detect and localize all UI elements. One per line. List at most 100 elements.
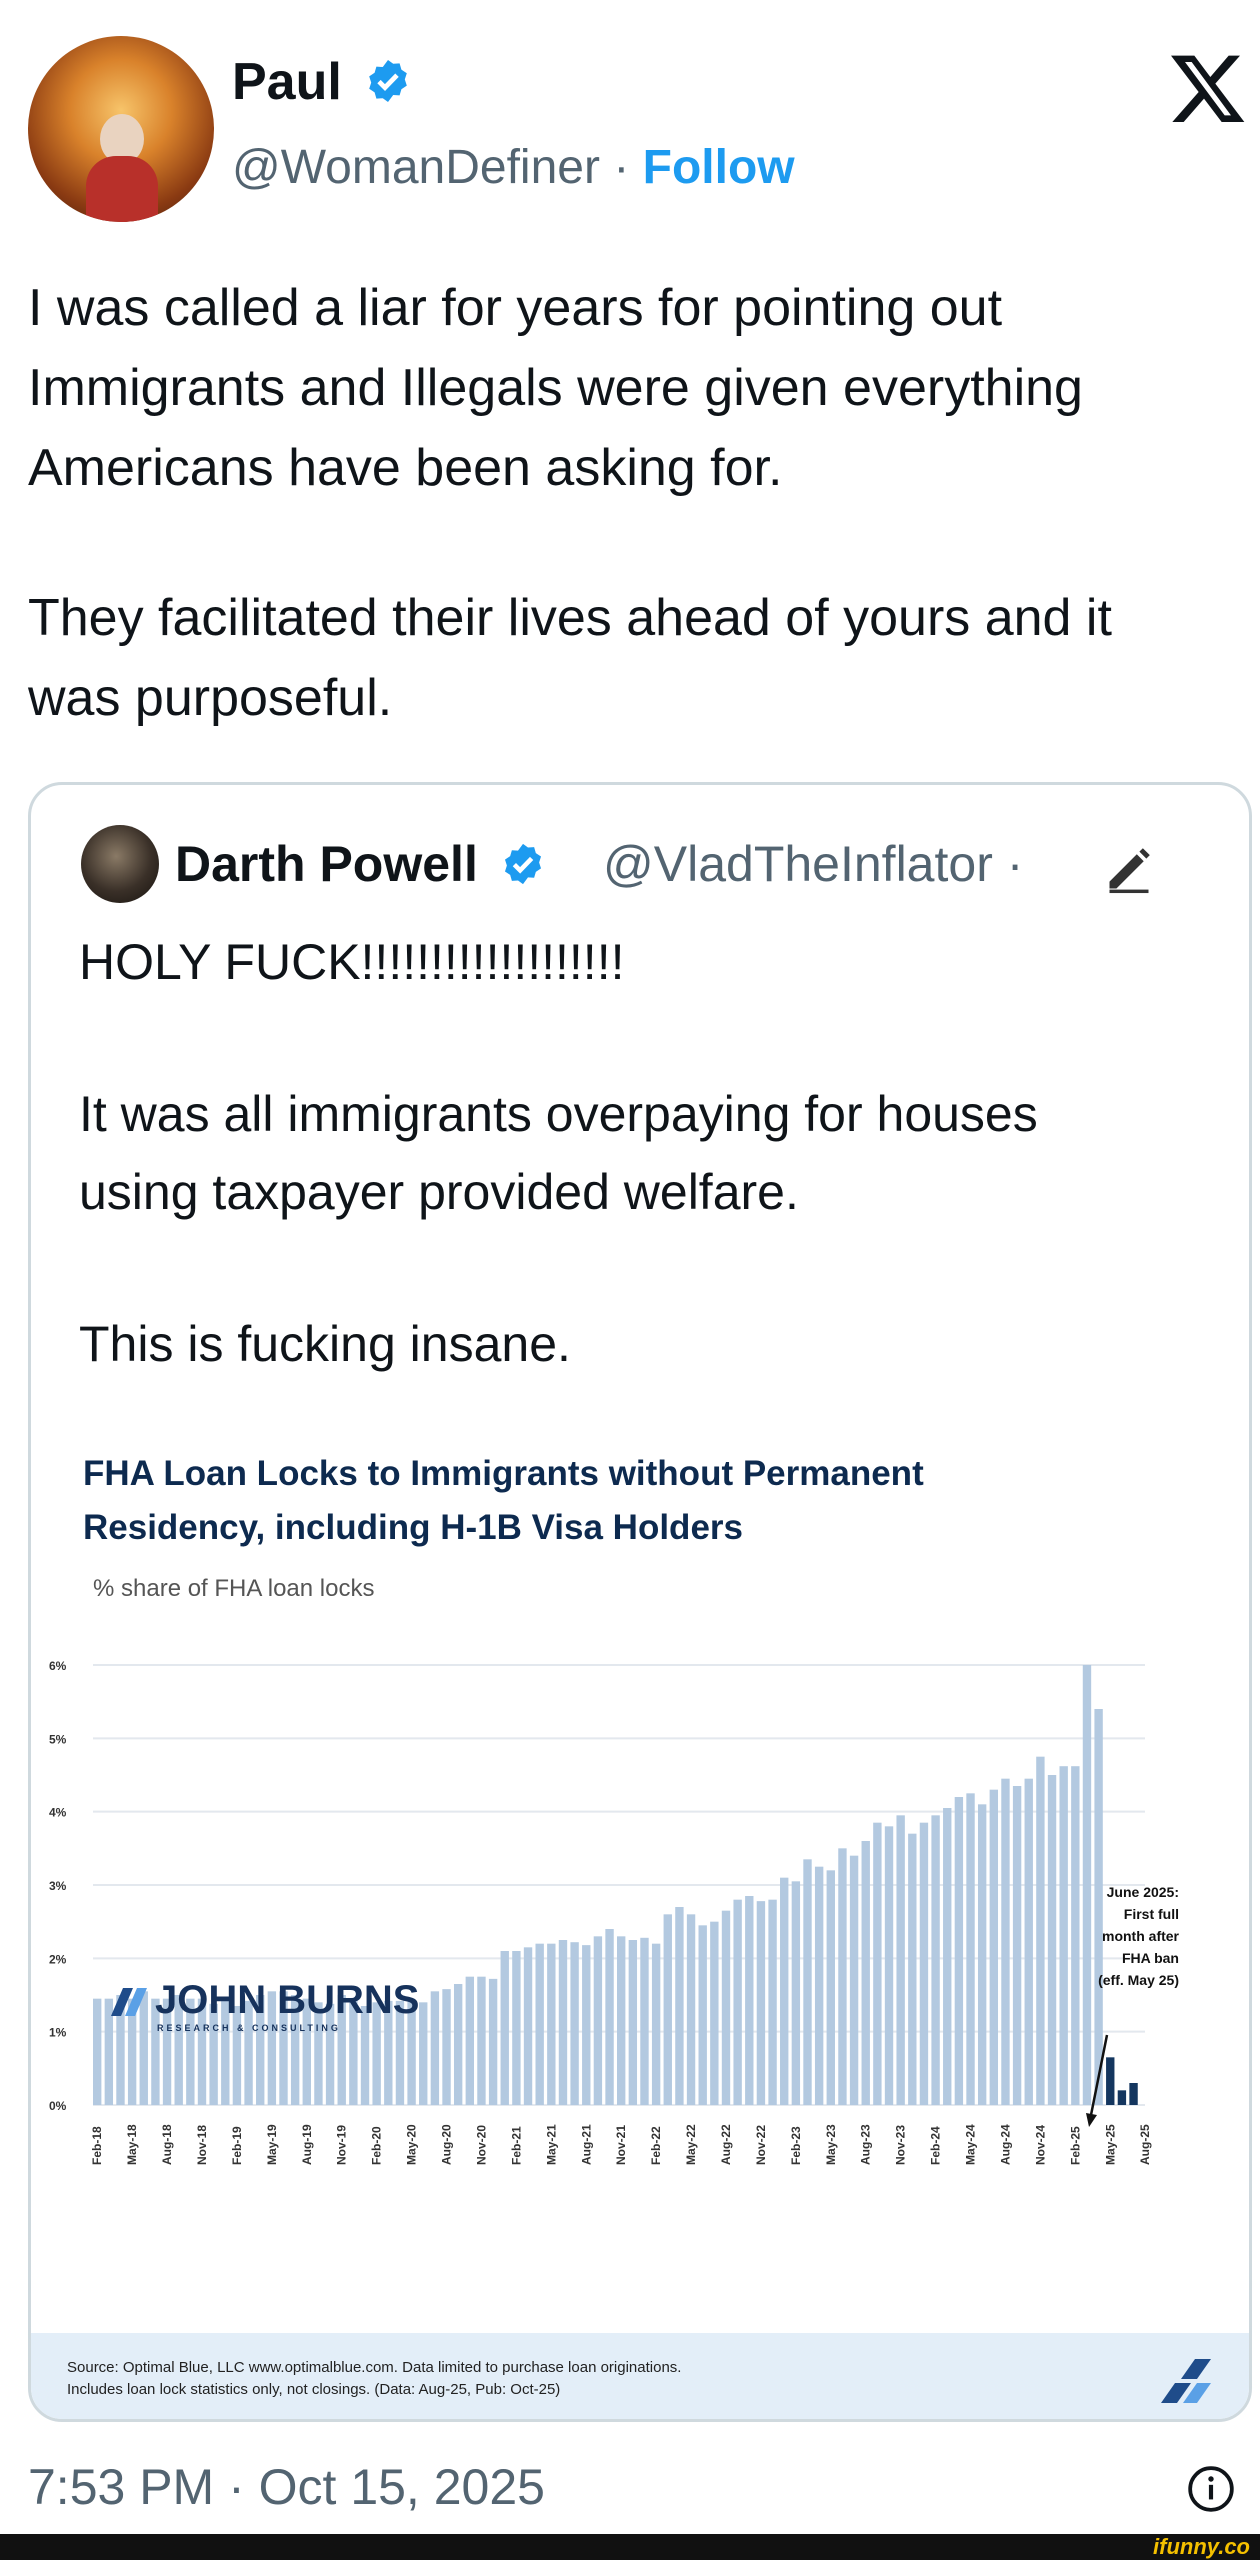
x-tick-label: Nov-21 (614, 2125, 628, 2165)
verified-badge-icon (369, 60, 408, 102)
bar (873, 1822, 882, 2105)
chart-source-line-2: Includes loan lock statistics only, not … (67, 2381, 561, 2398)
tweet-text-line-2: Immigrants and Illegals were given every… (28, 359, 1083, 417)
chart-subtitle: % share of FHA loan locks (93, 1575, 375, 1602)
bar (931, 1815, 940, 2105)
x-tick-label: Nov-23 (894, 2125, 908, 2165)
bar (768, 1899, 777, 2105)
bar (442, 1989, 451, 2105)
tweet-timestamp[interactable]: 7:53 PM · Oct 15, 2025 (28, 2458, 545, 2516)
bar (1001, 1778, 1010, 2105)
bar (651, 1943, 661, 2105)
x-tick-label: May-23 (824, 2124, 838, 2165)
bar (477, 1976, 486, 2105)
bar (1117, 2090, 1127, 2105)
quoted-author-name[interactable]: Darth Powell (175, 836, 478, 892)
bar (780, 1877, 789, 2105)
bar (628, 1940, 638, 2105)
logo-subtext: RESEARCH & CONSULTING (157, 2023, 341, 2033)
x-tick-label: Nov-18 (195, 2125, 209, 2165)
quoted-text-line-3: using taxpayer provided welfare. (79, 1164, 799, 1220)
ifunny-watermark: ifunny.co (1153, 2534, 1250, 2559)
info-icon[interactable] (1186, 2464, 1236, 2514)
bar (989, 1789, 999, 2105)
x-tick-label: Feb-19 (230, 2126, 244, 2165)
quoted-tweet-card[interactable]: Darth Powell @VladTheInflator · HOLY FUC… (28, 782, 1252, 2422)
ifunny-footer-bar (0, 2534, 1260, 2560)
bar (814, 1866, 824, 2105)
bar (640, 1937, 649, 2105)
bar (593, 1936, 603, 2105)
x-tick-label: Feb-23 (789, 2126, 803, 2165)
y-tick-label: 2% (49, 1952, 67, 1966)
chart-source-band: Source: Optimal Blue, LLC www.optimalblu… (31, 2333, 1249, 2419)
quoted-author-handle[interactable]: @VladTheInflator · (603, 835, 1023, 893)
bar (803, 1859, 812, 2105)
tweet-text-line-4: They facilitated their lives ahead of yo… (28, 589, 1112, 647)
x-tick-label: Aug-25 (1138, 2124, 1152, 2165)
bar (500, 1951, 509, 2105)
quoted-text-line-4: This is fucking insane. (79, 1316, 571, 1372)
x-tick-label: Feb-18 (90, 2126, 104, 2165)
y-tick-label: 6% (49, 1659, 67, 1673)
quoted-text-line-2: It was all immigrants overpaying for hou… (79, 1086, 1038, 1142)
bar (896, 1815, 905, 2105)
bar (1082, 1665, 1092, 2105)
author-avatar[interactable] (28, 36, 214, 222)
bar (686, 1914, 696, 2105)
quoted-author-avatar[interactable] (81, 825, 159, 903)
author-name[interactable]: Paul (232, 53, 342, 111)
bar (861, 1841, 870, 2105)
follow-button[interactable]: Follow (643, 141, 795, 194)
bar (710, 1921, 719, 2105)
bar (943, 1808, 952, 2105)
y-tick-label: 0% (49, 2099, 67, 2113)
bar (954, 1797, 964, 2105)
john-burns-mark-icon (1161, 2359, 1211, 2403)
annotation-line: month after (1102, 1928, 1180, 1944)
x-tick-label: May-25 (1103, 2124, 1117, 2165)
x-tick-label: Feb-25 (1068, 2126, 1082, 2165)
x-tick-label: Nov-19 (335, 2125, 349, 2165)
tweet-text-line-5: was purposeful. (28, 669, 393, 727)
bar (419, 2002, 428, 2105)
quoted-text-line-1: HOLY FUCK!!!!!!!!!!!!!!!!!!! (79, 934, 625, 990)
x-tick-label: Nov-20 (474, 2125, 488, 2165)
chart-source-line-1: Source: Optimal Blue, LLC www.optimalblu… (67, 2359, 682, 2376)
x-tick-label: Aug-20 (440, 2124, 454, 2165)
author-handle[interactable]: @WomanDefiner (232, 141, 600, 194)
annotation-line: June 2025: (1107, 1884, 1179, 1900)
bar (617, 1936, 626, 2105)
y-tick-label: 4% (49, 1806, 67, 1820)
bar (826, 1870, 835, 2105)
annotation-line: (eff. May 25) (1098, 1972, 1179, 1988)
y-tick-label: 3% (49, 1879, 67, 1893)
bar (791, 1881, 801, 2105)
tweet-text-line-1: I was called a liar for years for pointi… (28, 279, 1003, 337)
annotation-arrowhead (1086, 2113, 1097, 2127)
bar (1129, 2083, 1138, 2105)
bar (570, 1942, 579, 2105)
annotation-line: FHA ban (1122, 1950, 1179, 1966)
x-tick-label: May-24 (964, 2124, 978, 2165)
bar (547, 1943, 556, 2105)
bar (733, 1899, 742, 2105)
y-tick-label: 1% (49, 2026, 67, 2040)
bar (605, 1929, 614, 2105)
x-tick-label: Aug-23 (859, 2124, 873, 2165)
bar (745, 1896, 754, 2105)
bar (430, 1991, 440, 2105)
fha-loan-locks-chart: 0% 1% 2% 3% 4% 5% 6% Feb-18 May-18 Aug-18 Nov-18 F… (49, 1659, 1180, 2165)
x-tick-label: May-22 (684, 2124, 698, 2165)
bar (453, 1984, 463, 2105)
bar (1106, 2057, 1115, 2105)
x-tick-label: Feb-24 (929, 2126, 943, 2165)
author-name-row[interactable]: Paul (232, 52, 412, 112)
annotation-line: First full (1124, 1906, 1179, 1922)
edit-pencil-icon (1109, 848, 1150, 894)
bar (1047, 1775, 1057, 2105)
verified-badge-icon (504, 843, 541, 885)
x-logo-icon[interactable] (1168, 48, 1248, 128)
chart-title-line-2: Residency, including H-1B Visa Holders (83, 1508, 743, 1547)
chart-annotation: June 2025: First full month after FHA ban (e… (1098, 1884, 1179, 1988)
